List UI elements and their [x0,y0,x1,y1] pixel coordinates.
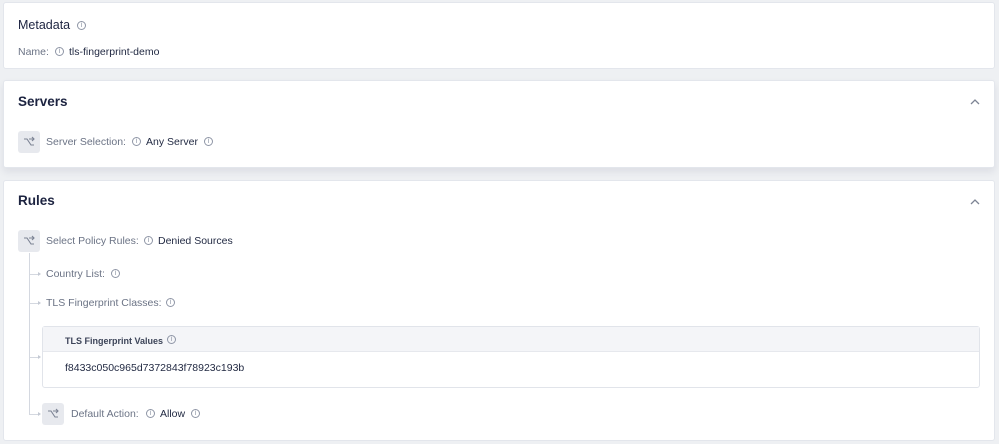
default-action-label: Default Action: [71,408,139,420]
info-icon[interactable]: i [166,298,175,307]
metadata-title: Metadata [18,18,71,32]
server-selection-label: Server Selection: [46,136,126,148]
info-icon[interactable]: i [146,409,155,418]
tree-line [29,274,38,275]
rules-panel: Rules Select Policy Rules: i Denied Sour… [3,180,995,441]
tls-values-header: TLS Fingerprint Values [65,336,164,346]
tls-values-header-row: TLS Fingerprint Values i [43,327,979,352]
tls-value-item: f8433c050c965d7372843f78923c193b [65,362,245,374]
rules-title: Rules [18,193,55,208]
country-list-label: Country List: [46,268,105,280]
arrow-icon [38,355,41,359]
branch-icon[interactable] [18,131,40,153]
chevron-up-icon[interactable] [968,197,982,207]
info-icon[interactable]: i [191,409,200,418]
branch-icon[interactable] [42,403,64,425]
chevron-up-icon[interactable] [968,97,982,107]
tls-classes-label: TLS Fingerprint Classes: [46,297,162,309]
info-icon[interactable]: i [111,269,120,278]
servers-panel: Servers Server Selection: i Any Server i [3,80,995,168]
info-icon[interactable]: i [204,137,213,146]
name-value: tls-fingerprint-demo [69,46,160,58]
info-icon[interactable]: i [167,335,176,344]
servers-title: Servers [18,94,68,109]
name-label: Name: [18,46,49,58]
tls-values-table: TLS Fingerprint Values i f8433c050c965d7… [42,326,980,388]
server-selection-value: Any Server [146,136,198,148]
metadata-panel: Metadata i Name: i tls-fingerprint-demo [3,2,995,69]
tree-line [29,303,38,304]
info-icon[interactable]: i [144,236,153,245]
policy-rules-value: Denied Sources [158,235,233,247]
arrow-icon [38,272,41,276]
default-action-value: Allow [160,408,186,420]
branch-icon[interactable] [18,230,40,252]
arrow-icon [38,412,41,416]
info-icon[interactable]: i [77,21,86,30]
tree-line [29,357,38,358]
info-icon[interactable]: i [132,137,141,146]
tree-line [29,253,30,414]
arrow-icon [38,301,41,305]
info-icon[interactable]: i [55,47,64,56]
policy-rules-label: Select Policy Rules: [46,235,139,247]
tree-line [29,414,38,415]
